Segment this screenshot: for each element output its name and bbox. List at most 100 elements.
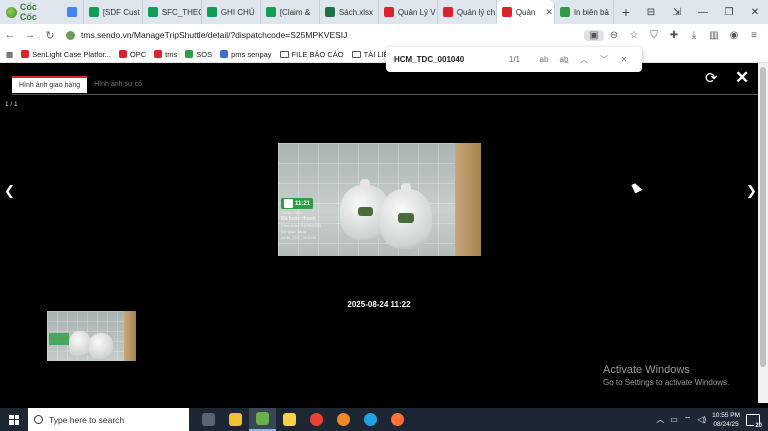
app-icon-glyph [337,413,350,426]
chrome-icon[interactable] [303,408,330,431]
volume-icon[interactable]: ◁) [697,415,706,424]
app-icon[interactable] [330,408,357,431]
find-next-icon[interactable]: ﹀ [594,54,614,65]
profile-icon[interactable]: ◉ [724,30,744,41]
coccoc-taskbar-icon[interactable] [249,408,276,431]
tab-favicon-icon [265,7,276,17]
browser-tab[interactable]: Quản lý ch [438,0,497,24]
bookmark-item[interactable]: OPC [118,50,146,59]
window-controls: ⊟ ⇲ — ❐ ✕ [638,0,768,24]
edge-icon[interactable] [357,408,384,431]
tab-close-icon[interactable]: ✕ [545,7,553,18]
start-button[interactable] [0,414,28,425]
battery-icon[interactable]: ▭ [670,415,678,424]
find-previous-icon[interactable]: ︿ [574,54,594,65]
bookmark-item[interactable]: SenLight Case Platfor... [21,50,111,59]
match-case-icon[interactable]: ab [534,55,554,64]
task-view-icon-glyph [202,413,215,426]
tab-favicon-icon [559,7,570,17]
forward-button[interactable]: → [20,29,40,41]
bookmark-label: SenLight Case Platfor... [32,49,111,59]
menu-icon[interactable]: ≡ [744,30,764,41]
tab-title: Quản [515,7,536,17]
browser-tab[interactable]: Quản ✕ [496,0,555,24]
tab-incident-images[interactable]: Hình ảnh sự cố [87,76,149,93]
taskbar-clock[interactable]: 10:55 PM 08/24/25 [712,411,740,429]
wooden-door [455,143,481,256]
coccoc-leaf-icon [6,6,17,18]
browser-tab[interactable]: GHI CHÚ [202,0,261,24]
zoom-out-icon[interactable]: ⊖ [604,30,624,41]
delivery-photo: 11:21 Sendo Farm Đã hoàn thành Cửa nhận:… [278,143,481,256]
minimize-button[interactable]: — [690,7,716,18]
apps-grid-icon[interactable]: ▦ [6,50,13,59]
stamp-line-2: Đ/c giao hàng [281,229,306,234]
downloads-icon[interactable]: ⤓ [684,30,704,41]
collections-icon[interactable]: ⇲ [664,7,690,18]
firefox-icon[interactable] [384,408,411,431]
browser-tab[interactable]: [SDF Cust [84,0,143,24]
bookmark-star-icon[interactable]: ☆ [624,30,644,41]
find-bar: HCM_TDC_001040 1/1 ab ab̲ ︿ ﹀ ✕ [386,47,642,72]
browser-tab[interactable]: SFC_THEO [143,0,202,24]
url-field[interactable]: tms.sendo.vn/ManageTripShuttle/detail/?d… [66,26,584,44]
clock-date: 08/24/25 [713,420,739,428]
bookmark-favicon-icon [220,50,229,58]
coccoc-logo[interactable]: Cốc Cốc [0,0,62,24]
site-info-icon[interactable] [66,30,75,40]
taskbar-search[interactable]: Type here to search [28,408,189,431]
maximize-button[interactable]: ❐ [716,7,742,18]
next-image-icon[interactable]: ❯ [746,183,757,199]
stamp-line-3: HCM_TDC_001040 [281,235,317,240]
find-count: 1/1 [508,55,520,64]
bookmark-item[interactable]: tms [154,50,177,59]
browser-tab[interactable]: In biên bả [555,0,614,24]
firefox-icon-glyph [391,413,404,426]
shield-icon[interactable]: ⛉ [644,30,664,41]
find-input[interactable]: HCM_TDC_001040 [394,55,509,64]
package-bag [380,183,432,249]
bookmark-label: FILE BÁO CÁO [291,49,344,59]
network-icon[interactable]: ⌔ [684,415,692,425]
close-window-button[interactable]: ✕ [742,7,768,18]
tray-chevron-icon[interactable]: ︿ [656,414,664,425]
stamp-badge: 11:21 [281,198,314,209]
previous-image-icon[interactable]: ❮ [4,183,15,199]
sendo-logo [284,199,293,208]
scrollbar-thumb[interactable] [760,67,766,367]
sidebar-icon[interactable]: ▥ [704,30,724,41]
photo-thumbnail[interactable] [47,311,136,361]
browser-tab[interactable]: Sách.xlsx [320,0,379,24]
close-viewer-icon[interactable]: ✕ [735,68,749,88]
browser-toolbar: ▣ ⊖ ☆ ⛉ ✚ ⤓ ▥ ◉ ≡ [584,29,764,41]
task-view-icon[interactable] [195,408,222,431]
rotate-icon[interactable]: ⟳ [705,69,718,87]
browser-tab[interactable]: [Claim & [261,0,320,24]
bookmark-item[interactable]: SOS [185,50,212,59]
tab-search-icon[interactable]: ⊟ [638,7,664,18]
stamp-time: 11:21 [295,200,311,207]
whole-word-icon[interactable]: ab̲ [554,55,574,64]
file-explorer-icon-glyph [229,413,242,426]
find-in-page-icon[interactable]: ▣ [584,29,604,41]
bookmark-item[interactable]: pms senpay [220,50,272,59]
browser-tab[interactable] [62,0,84,24]
reload-button[interactable]: ↻ [40,29,60,42]
back-button[interactable]: ← [0,29,20,41]
tab-favicon-icon [206,7,217,17]
extensions-icon[interactable]: ✚ [664,30,684,41]
bookmark-folder[interactable]: FILE BÁO CÁO [279,49,344,59]
tab-delivery-images[interactable]: Hình ảnh giao hàng [12,76,88,93]
notifications-icon[interactable]: 20 [746,413,763,429]
bookmark-favicon-icon [21,50,30,58]
sticky-notes-icon[interactable] [276,408,303,431]
page-scrollbar[interactable] [758,63,768,403]
watermark-title: Activate Windows [603,364,690,376]
close-find-icon[interactable]: ✕ [614,55,634,64]
file-explorer-icon[interactable] [222,408,249,431]
browser-tab[interactable]: Quản Lý V [379,0,438,24]
tab-title: SFC_THEO [161,7,202,17]
activate-windows-watermark: Activate Windows Go to Settings to activ… [603,364,729,387]
tab-title: [Claim & [279,7,311,17]
new-tab-button[interactable]: + [614,4,638,20]
